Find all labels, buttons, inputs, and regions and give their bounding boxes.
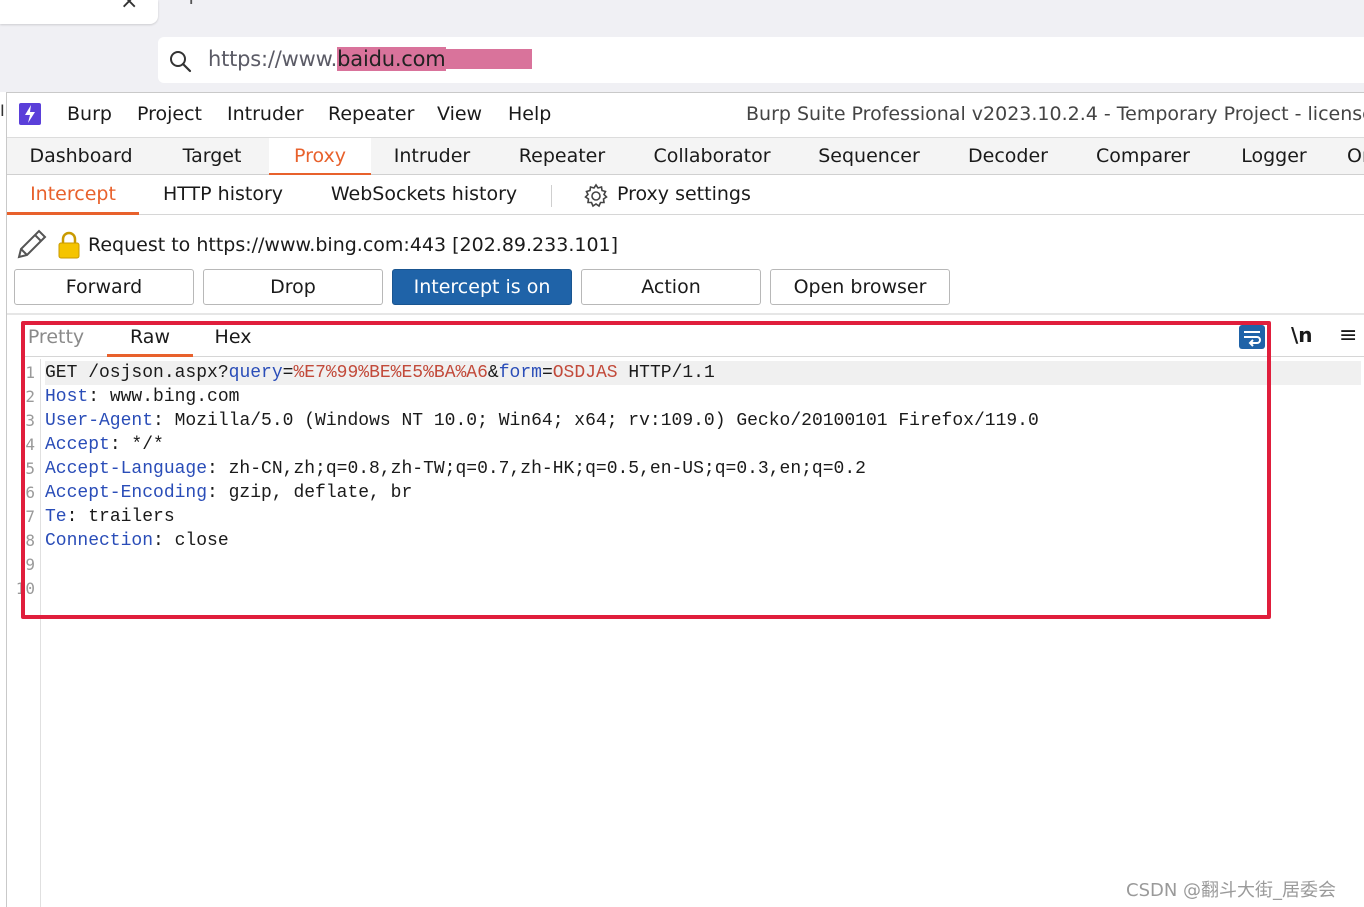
url-selection-highlight xyxy=(445,49,532,69)
burp-window: Burp Project Intruder Repeater View Help… xyxy=(6,92,1364,907)
menubar: Burp Project Intruder Repeater View Help… xyxy=(7,93,1364,137)
tab-decoder[interactable]: Decoder xyxy=(951,138,1065,176)
menu-repeater[interactable]: Repeater xyxy=(328,103,414,125)
open-browser-button[interactable]: Open browser xyxy=(770,269,950,305)
request-info: Request to https://www.bing.com:443 [202… xyxy=(7,215,1364,265)
tab-intercept[interactable]: Intercept xyxy=(7,175,139,215)
proxy-sub-tabs: Intercept HTTP history WebSockets histor… xyxy=(7,175,1364,215)
menu-help[interactable]: Help xyxy=(508,103,551,125)
left-edge-marker: I xyxy=(0,101,5,120)
tab-proxy[interactable]: Proxy xyxy=(269,138,371,176)
request-target: Request to https://www.bing.com:443 [202… xyxy=(88,234,619,256)
tab-dashboard[interactable]: Dashboard xyxy=(13,138,149,176)
action-button[interactable]: Action xyxy=(581,269,761,305)
tab-http-history[interactable]: HTTP history xyxy=(153,175,293,215)
tab-divider xyxy=(551,185,552,207)
tab-close-icon[interactable]: × xyxy=(120,0,138,13)
pencil-icon[interactable] xyxy=(15,227,49,261)
gear-icon[interactable] xyxy=(583,183,609,209)
tab-organizer[interactable]: Or xyxy=(1347,138,1364,176)
drop-button[interactable]: Drop xyxy=(203,269,383,305)
forward-button[interactable]: Forward xyxy=(14,269,194,305)
tab-comparer[interactable]: Comparer xyxy=(1081,138,1205,176)
burp-logo-icon xyxy=(19,103,41,125)
tab-sequencer[interactable]: Sequencer xyxy=(803,138,935,176)
tab-repeater[interactable]: Repeater xyxy=(501,138,623,176)
menu-view[interactable]: View xyxy=(437,103,482,125)
intercept-toggle-button[interactable]: Intercept is on xyxy=(392,269,572,305)
browser-chrome: × + https://www.baidu.com xyxy=(0,0,1364,92)
show-newlines-icon[interactable]: \n xyxy=(1291,323,1313,347)
url-domain: baidu.com xyxy=(337,47,446,71)
proxy-settings-link[interactable]: Proxy settings xyxy=(617,183,751,205)
window-title: Burp Suite Professional v2023.10.2.4 - T… xyxy=(746,103,1364,125)
divider xyxy=(7,313,1364,315)
main-tabs: Dashboard Target Proxy Intruder Repeater… xyxy=(7,137,1364,176)
watermark: CSDN @翻斗大街_居委会 xyxy=(1126,880,1337,901)
menu-burp[interactable]: Burp xyxy=(67,103,112,125)
tab-websockets-history[interactable]: WebSockets history xyxy=(321,175,527,215)
tab-intruder[interactable]: Intruder xyxy=(377,138,487,176)
new-tab-icon[interactable]: + xyxy=(182,0,200,9)
tab-collaborator[interactable]: Collaborator xyxy=(635,138,789,176)
lock-icon xyxy=(58,231,80,259)
url-prefix: https://www. xyxy=(208,47,338,71)
url-bar[interactable]: https://www.baidu.com xyxy=(158,37,1364,83)
editor-menu-icon[interactable]: ≡ xyxy=(1339,323,1357,348)
annotation-highlight-box xyxy=(21,321,1271,619)
search-icon xyxy=(170,51,192,73)
url-text[interactable]: https://www.baidu.com xyxy=(208,47,532,71)
tab-logger[interactable]: Logger xyxy=(1221,138,1327,176)
browser-tab[interactable]: × xyxy=(0,0,158,24)
menu-intruder[interactable]: Intruder xyxy=(227,103,304,125)
tab-target[interactable]: Target xyxy=(157,138,267,176)
menu-project[interactable]: Project xyxy=(137,103,202,125)
